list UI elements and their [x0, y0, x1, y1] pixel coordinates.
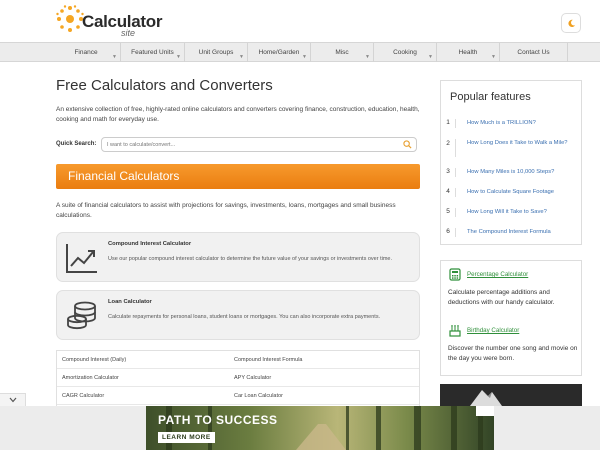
chevron-down-icon: ▼: [176, 54, 181, 60]
popular-link[interactable]: How Many Miles is 10,000 Steps?: [467, 168, 577, 177]
popular-item[interactable]: 2 How Long Does it Take to Walk a Mile?: [441, 139, 581, 157]
table-row: CAGR Calculator Car Loan Calculator: [57, 387, 419, 405]
table-link[interactable]: Compound Interest Formula: [234, 351, 302, 369]
section-description: A suite of financial calculators to assi…: [56, 202, 396, 219]
nav-item-health[interactable]: Health ▼: [437, 43, 500, 62]
popular-item[interactable]: 6 The Compound Interest Formula: [441, 228, 581, 237]
quick-search-label: Quick Search:: [56, 141, 97, 147]
birthday-calculator-link[interactable]: Birthday Calculator: [467, 327, 519, 334]
popular-item[interactable]: 5 How Long Will it Take to Save?: [441, 208, 581, 217]
popular-item[interactable]: 4 How to Calculate Square Footage: [441, 188, 581, 197]
nav-label: Finance: [74, 49, 98, 56]
card-title: Compound Interest Calculator: [108, 241, 192, 247]
popular-item[interactable]: 3 How Many Miles is 10,000 Steps?: [441, 168, 581, 177]
quick-search-input[interactable]: [101, 137, 417, 152]
nav-label: Contact Us: [517, 49, 550, 56]
nav-label: Home/Garden: [258, 49, 300, 56]
nav-item-misc[interactable]: Misc ▼: [311, 43, 374, 62]
line-chart-icon: [66, 244, 97, 273]
card-compound-interest[interactable]: Compound Interest Calculator Use our pop…: [56, 232, 420, 282]
page: Calculator site Finance ▼ Featured Units ▼…: [0, 0, 600, 450]
table-row: Amortization Calculator APY Calculator: [57, 369, 419, 387]
popular-number: 3: [441, 168, 456, 177]
popular-title: Popular features: [450, 91, 531, 103]
ad-choices-icon[interactable]: [476, 406, 494, 416]
table-link[interactable]: Compound Interest (Daily): [62, 351, 126, 369]
popular-number: 1: [441, 119, 456, 128]
percentage-calculator-link[interactable]: Percentage Calculator: [467, 271, 528, 278]
popular-features-panel: Popular features 1 How Much is a TRILLIO…: [440, 80, 582, 245]
feature-description: Calculate percentage additions and deduc…: [448, 289, 555, 306]
chevron-down-icon: ▼: [302, 54, 307, 60]
section-banner-financial: Financial Calculators: [56, 164, 420, 189]
nav-item-featured-units[interactable]: Featured Units ▼: [121, 43, 185, 62]
card-description: Use our popular compound interest calcul…: [108, 256, 393, 262]
card-title: Loan Calculator: [108, 299, 152, 305]
nav-label: Cooking: [393, 49, 417, 56]
mountain-image-icon: [470, 390, 502, 406]
calculator-icon: [449, 268, 461, 281]
popular-link[interactable]: How Long Does it Take to Walk a Mile?: [467, 139, 577, 148]
chevron-down-icon: ▼: [428, 54, 433, 60]
chevron-down-icon: [9, 397, 16, 403]
site-header: Calculator site: [0, 0, 600, 42]
sidebar-ad-image[interactable]: [440, 384, 582, 406]
table-link[interactable]: Amortization Calculator: [62, 369, 119, 387]
logo-subtext: site: [121, 28, 136, 38]
nav-label: Misc: [335, 49, 349, 56]
sun-logo-icon: [56, 5, 84, 32]
collapse-ad-button[interactable]: [0, 393, 26, 406]
search-icon[interactable]: [403, 140, 412, 149]
popular-link[interactable]: How to Calculate Square Footage: [467, 188, 577, 197]
chevron-down-icon: ▼: [239, 54, 244, 60]
page-title: Free Calculators and Converters: [56, 77, 273, 94]
ad-learn-more-button[interactable]: LEARN MORE: [158, 432, 215, 443]
popular-link[interactable]: How Much is a TRILLION?: [467, 119, 577, 128]
nav-label: Unit Groups: [198, 49, 234, 56]
table-link[interactable]: APY Calculator: [234, 369, 271, 387]
popular-number: 4: [441, 188, 456, 197]
site-logo[interactable]: Calculator site: [55, 4, 165, 40]
nav-item-home-garden[interactable]: Home/Garden ▼: [248, 43, 311, 62]
popular-number: 6: [441, 228, 456, 237]
moon-icon: [567, 19, 575, 27]
nav-label: Health: [458, 49, 478, 56]
nav-item-contact-us[interactable]: Contact Us: [500, 43, 568, 62]
nav-item-cooking[interactable]: Cooking ▼: [374, 43, 437, 62]
popular-link[interactable]: How Long Will it Take to Save?: [467, 208, 577, 217]
table-link[interactable]: CAGR Calculator: [62, 387, 104, 405]
table-row: Compound Interest (Daily) Compound Inter…: [57, 351, 419, 369]
popular-number: 5: [441, 208, 456, 217]
nav-item-finance[interactable]: Finance ▼: [52, 43, 121, 62]
popular-number: 2: [441, 139, 456, 157]
nav-item-unit-groups[interactable]: Unit Groups ▼: [185, 43, 248, 62]
chevron-down-icon: ▼: [491, 54, 496, 60]
ad-headline: PATH TO SUCCESS: [158, 413, 278, 427]
card-description: Calculate repayments for personal loans,…: [108, 314, 381, 320]
popular-item[interactable]: 1 How Much is a TRILLION?: [441, 119, 581, 128]
coin-stack-icon: [67, 301, 96, 330]
dark-mode-toggle[interactable]: [561, 13, 581, 33]
chevron-down-icon: ▼: [112, 54, 117, 60]
birthday-cake-icon: [449, 325, 461, 337]
nav-label: Featured Units: [131, 49, 174, 56]
featured-calculators-panel: Percentage Calculator Calculate percenta…: [440, 260, 582, 376]
calculator-link-table: Compound Interest (Daily) Compound Inter…: [56, 350, 420, 406]
main-nav: Finance ▼ Featured Units ▼ Unit Groups ▼ Ho…: [0, 42, 600, 62]
intro-text: An extensive collection of free, highly-…: [56, 106, 420, 123]
banner-ad[interactable]: PATH TO SUCCESS LEARN MORE: [146, 406, 494, 450]
feature-description: Discover the number one song and movie o…: [448, 345, 578, 362]
card-loan[interactable]: Loan Calculator Calculate repayments for…: [56, 290, 420, 340]
table-link[interactable]: Car Loan Calculator: [234, 387, 283, 405]
chevron-down-icon: ▼: [365, 54, 370, 60]
popular-link[interactable]: The Compound Interest Formula: [467, 228, 577, 237]
